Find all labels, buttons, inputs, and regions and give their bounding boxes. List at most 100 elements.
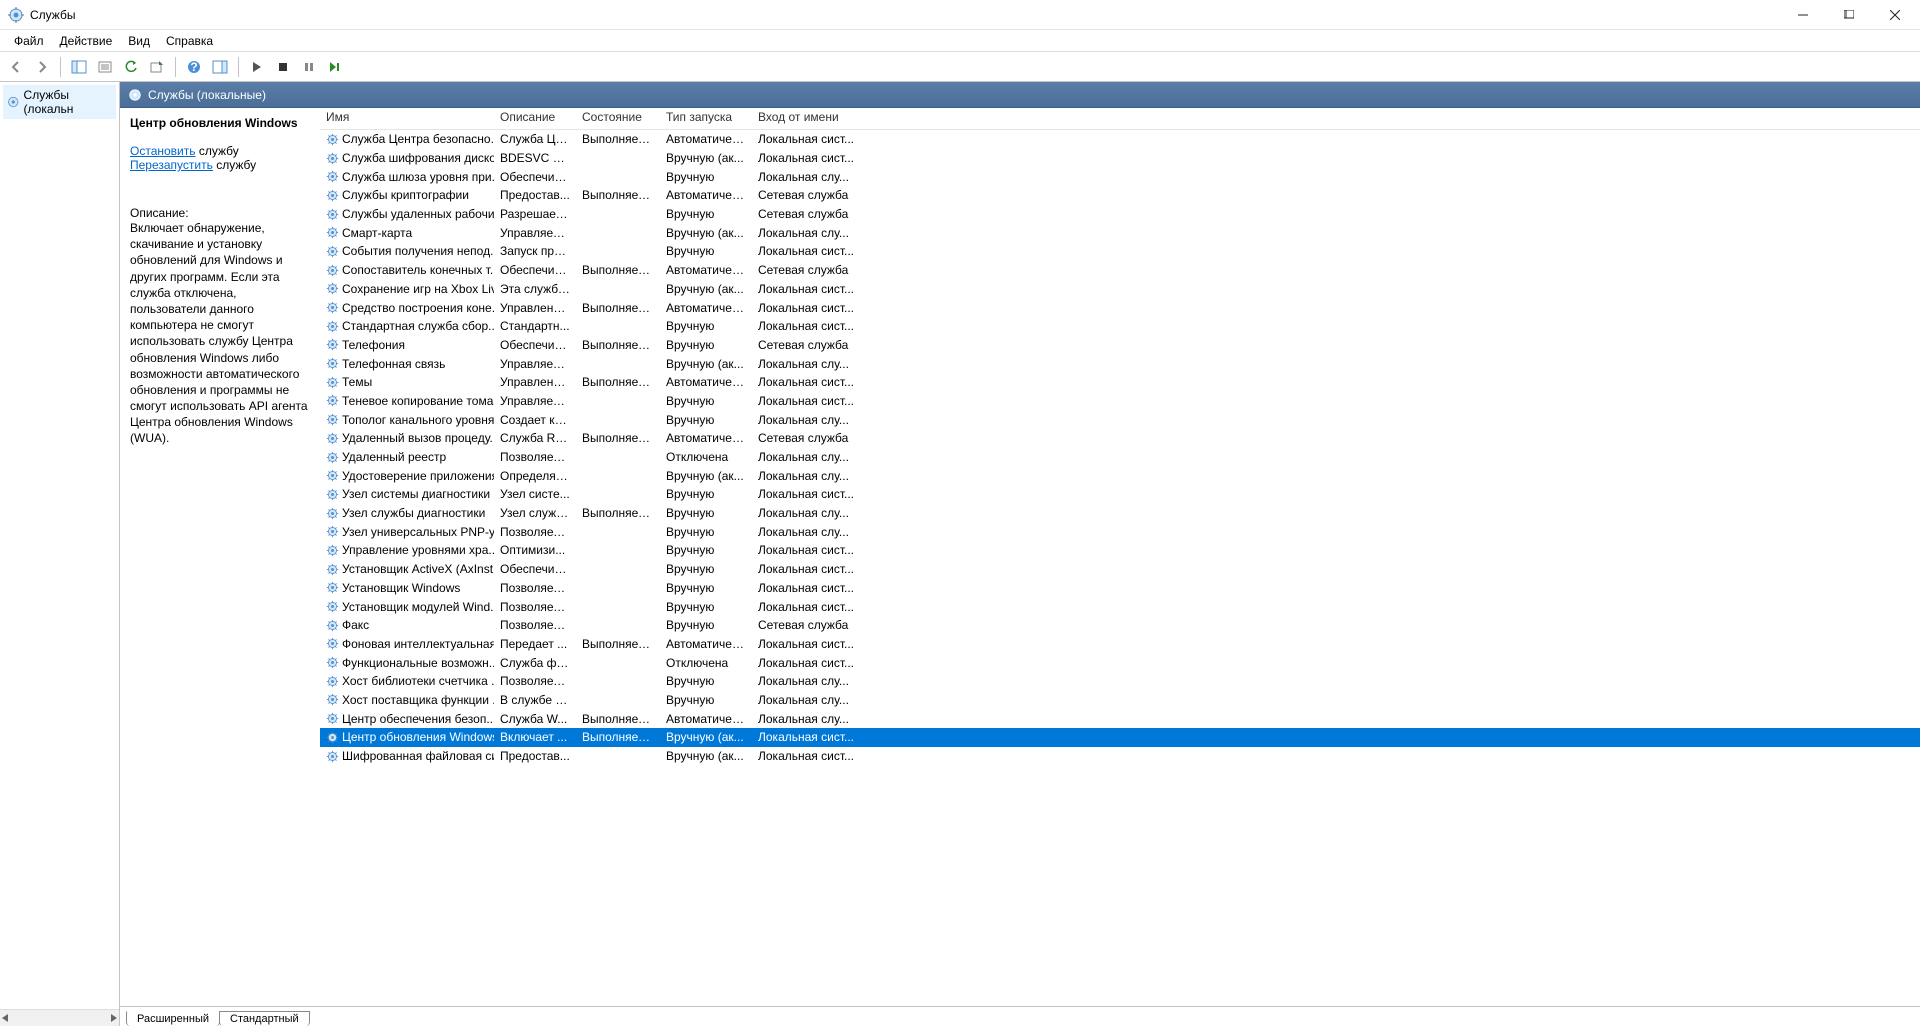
service-desc: Служба Це... bbox=[494, 132, 576, 146]
services-grid[interactable]: Имя Описание Состояние Тип запуска Вход … bbox=[320, 108, 1920, 1006]
service-row[interactable]: Узел системы диагностикиУзел систе...Вру… bbox=[320, 485, 1920, 504]
show-hide-action-button[interactable] bbox=[208, 55, 232, 79]
service-row[interactable]: Центр обеспечения безоп...Служба W...Вып… bbox=[320, 709, 1920, 728]
service-name: Центр обеспечения безоп... bbox=[342, 712, 494, 726]
service-name: Средство построения коне... bbox=[342, 301, 494, 315]
col-header-name[interactable]: Имя bbox=[320, 108, 494, 129]
service-desc: Эта служба... bbox=[494, 282, 576, 296]
service-row[interactable]: Узел универсальных PNP-у...Позволяет ...… bbox=[320, 522, 1920, 541]
menu-view[interactable]: Вид bbox=[120, 32, 158, 50]
service-desc: Создает ка... bbox=[494, 413, 576, 427]
service-row[interactable]: Шифрованная файловая си...Предостав...Вр… bbox=[320, 747, 1920, 766]
service-desc: Узел систе... bbox=[494, 487, 576, 501]
stop-service-link[interactable]: Остановить bbox=[130, 144, 196, 158]
tree-hscrollbar[interactable] bbox=[0, 1009, 119, 1026]
service-name: Удостоверение приложения bbox=[342, 469, 494, 483]
forward-button[interactable] bbox=[30, 55, 54, 79]
gear-icon bbox=[326, 693, 339, 706]
back-button[interactable] bbox=[4, 55, 28, 79]
service-desc: Оптимизи... bbox=[494, 543, 576, 557]
service-row[interactable]: Управление уровнями хра...Оптимизи...Вру… bbox=[320, 541, 1920, 560]
service-row[interactable]: Удостоверение приложенияОпределяе...Вруч… bbox=[320, 466, 1920, 485]
refresh-button[interactable] bbox=[119, 55, 143, 79]
service-start: Вручную (ак... bbox=[660, 749, 752, 763]
service-start-button[interactable] bbox=[245, 55, 269, 79]
service-logon: Локальная сист... bbox=[752, 151, 862, 165]
service-row[interactable]: Функциональные возможн...Служба фу...Отк… bbox=[320, 653, 1920, 672]
service-row[interactable]: Узел службы диагностикиУзел служб...Выпо… bbox=[320, 504, 1920, 523]
gear-icon bbox=[326, 507, 339, 520]
service-desc: Передает ... bbox=[494, 637, 576, 651]
service-stop-button[interactable] bbox=[271, 55, 295, 79]
col-header-logon[interactable]: Вход от имени bbox=[752, 108, 862, 129]
service-start: Вручную bbox=[660, 487, 752, 501]
restart-service-link[interactable]: Перезапустить bbox=[130, 158, 213, 172]
tree-root-item[interactable]: Службы (локальн bbox=[3, 85, 116, 119]
menu-file[interactable]: Файл bbox=[6, 32, 52, 50]
service-row[interactable]: Служба Центра безопасно...Служба Це...Вы… bbox=[320, 130, 1920, 149]
service-row[interactable]: Фоновая интеллектуальная...Передает ...В… bbox=[320, 635, 1920, 654]
service-row[interactable]: Хост библиотеки счетчика ...Позволяет ..… bbox=[320, 672, 1920, 691]
properties-button[interactable] bbox=[93, 55, 117, 79]
gear-icon bbox=[326, 469, 339, 482]
menu-help[interactable]: Справка bbox=[158, 32, 221, 50]
service-logon: Локальная слу... bbox=[752, 693, 862, 707]
service-row[interactable]: Удаленный вызов процеду...Служба RP...Вы… bbox=[320, 429, 1920, 448]
service-row[interactable]: ФаксПозволяет ...ВручнуюСетевая служба bbox=[320, 616, 1920, 635]
service-row[interactable]: Сохранение игр на Xbox LiveЭта служба...… bbox=[320, 280, 1920, 299]
service-row[interactable]: Хост поставщика функции ...В службе F...… bbox=[320, 691, 1920, 710]
service-row[interactable]: Служба шлюза уровня при...Обеспечив...Вр… bbox=[320, 167, 1920, 186]
service-name: Службы удаленных рабочи... bbox=[342, 207, 494, 221]
minimize-button[interactable] bbox=[1780, 0, 1826, 30]
gear-icon bbox=[326, 338, 339, 351]
close-button[interactable] bbox=[1872, 0, 1918, 30]
service-name: Служба Центра безопасно... bbox=[342, 132, 494, 146]
service-logon: Локальная слу... bbox=[752, 712, 862, 726]
gear-icon bbox=[326, 488, 339, 501]
service-start: Автоматичес... bbox=[660, 263, 752, 277]
show-hide-tree-button[interactable] bbox=[67, 55, 91, 79]
service-row[interactable]: Службы удаленных рабочи...Разрешает ...В… bbox=[320, 205, 1920, 224]
service-row[interactable]: Службы криптографииПредостав...Выполняет… bbox=[320, 186, 1920, 205]
service-logon: Локальная сист... bbox=[752, 375, 862, 389]
gear-icon bbox=[326, 301, 339, 314]
service-row[interactable]: Центр обновления WindowsВключает ...Выпо… bbox=[320, 728, 1920, 747]
service-name: Службы криптографии bbox=[342, 188, 469, 202]
service-row[interactable]: Сопоставитель конечных т...Обеспечив...В… bbox=[320, 261, 1920, 280]
service-row[interactable]: Удаленный реестрПозволяет ...ОтключенаЛо… bbox=[320, 448, 1920, 467]
service-row[interactable]: Установщик WindowsПозволяет ...ВручнуюЛо… bbox=[320, 579, 1920, 598]
col-header-desc[interactable]: Описание bbox=[494, 108, 576, 129]
service-restart-button[interactable] bbox=[323, 55, 347, 79]
col-header-start[interactable]: Тип запуска bbox=[660, 108, 752, 129]
maximize-button[interactable] bbox=[1826, 0, 1872, 30]
menubar: Файл Действие Вид Справка bbox=[0, 30, 1920, 52]
gear-icon bbox=[326, 245, 339, 258]
service-row[interactable]: Стандартная служба сбор...Стандартн...Вр… bbox=[320, 317, 1920, 336]
tree-root-label: Службы (локальн bbox=[24, 88, 112, 116]
service-row[interactable]: События получения непод...Запуск при...В… bbox=[320, 242, 1920, 261]
service-row[interactable]: ТелефонияОбеспечив...ВыполняетсяВручнуюС… bbox=[320, 336, 1920, 355]
service-logon: Локальная слу... bbox=[752, 674, 862, 688]
service-row[interactable]: Установщик ActiveX (AxInst...Обеспечив..… bbox=[320, 560, 1920, 579]
tab-standard[interactable]: Стандартный bbox=[219, 1011, 310, 1026]
service-row[interactable]: Телефонная связьУправляет ...Вручную (ак… bbox=[320, 354, 1920, 373]
service-pause-button[interactable] bbox=[297, 55, 321, 79]
service-desc: Обеспечив... bbox=[494, 263, 576, 277]
export-button[interactable] bbox=[145, 55, 169, 79]
gear-icon bbox=[326, 208, 339, 221]
gear-icon bbox=[326, 133, 339, 146]
service-row[interactable]: Средство построения коне...Управлени...В… bbox=[320, 298, 1920, 317]
menu-action[interactable]: Действие bbox=[52, 32, 121, 50]
service-row[interactable]: ТемыУправлени...ВыполняетсяАвтоматичес..… bbox=[320, 373, 1920, 392]
gear-icon bbox=[326, 282, 339, 295]
tab-extended[interactable]: Расширенный bbox=[126, 1011, 220, 1026]
service-start: Вручную bbox=[660, 170, 752, 184]
service-row[interactable]: Смарт-картаУправляет ...Вручную (ак...Ло… bbox=[320, 223, 1920, 242]
service-row[interactable]: Теневое копирование томаУправляет ...Вру… bbox=[320, 392, 1920, 411]
service-row[interactable]: Служба шифрования диско...BDESVC пр...Вр… bbox=[320, 149, 1920, 168]
service-row[interactable]: Тополог канального уровняСоздает ка...Вр… bbox=[320, 410, 1920, 429]
col-header-state[interactable]: Состояние bbox=[576, 108, 660, 129]
service-row[interactable]: Установщик модулей Wind...Позволяет ...В… bbox=[320, 597, 1920, 616]
content-pane: Службы (локальные) Центр обновления Wind… bbox=[120, 82, 1920, 1026]
help-button[interactable]: ? bbox=[182, 55, 206, 79]
